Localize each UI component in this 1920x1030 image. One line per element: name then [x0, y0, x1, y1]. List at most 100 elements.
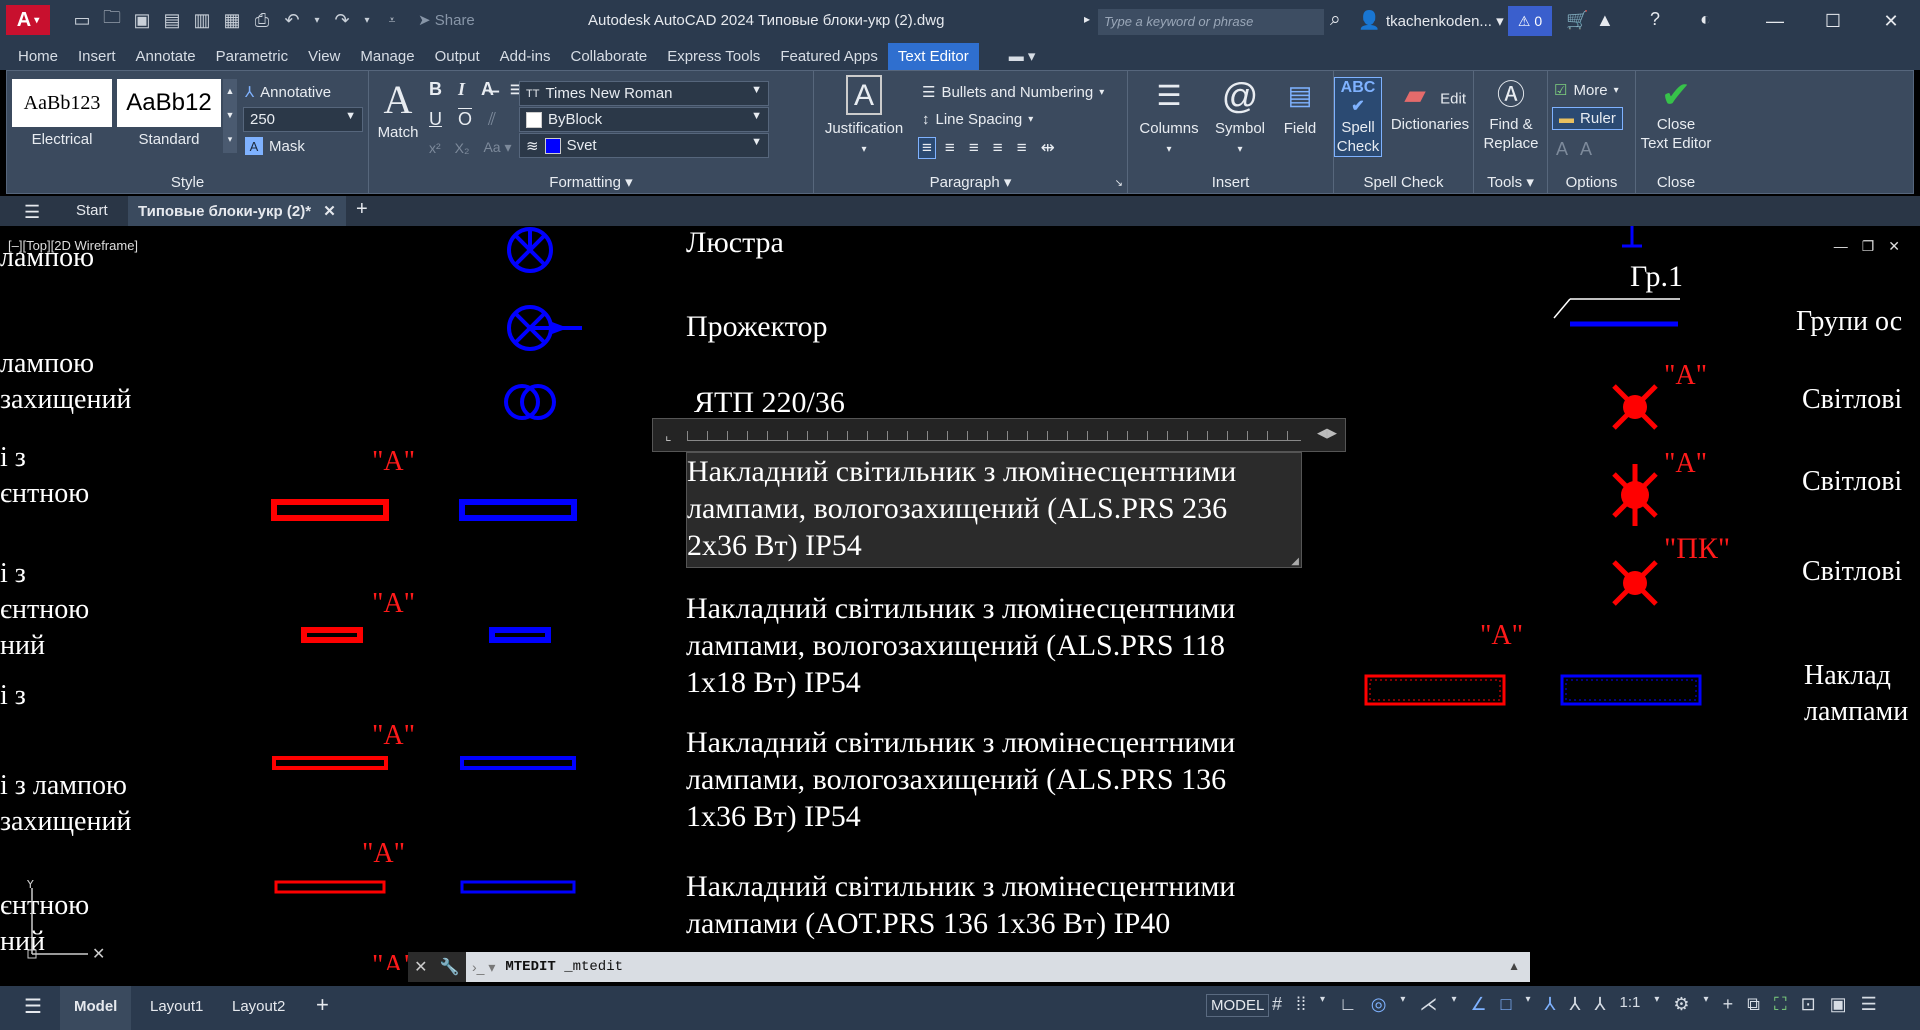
application-menu-button[interactable]: A ▾: [6, 5, 50, 35]
underline-button[interactable]: U: [429, 109, 442, 130]
model-tab[interactable]: Model: [60, 986, 132, 1030]
style-gallery-scroll[interactable]: ▲ ▼ ▾: [223, 79, 237, 153]
mtext-edit-box[interactable]: Накладний світильник з люмінесцентними л…: [686, 452, 1302, 568]
alerts-button[interactable]: ⚠ 0: [1508, 6, 1552, 36]
tab-featured-apps[interactable]: Featured Apps: [770, 43, 888, 70]
paragraph-settings-icon[interactable]: ⇹: [1036, 138, 1060, 158]
tab-express-tools[interactable]: Express Tools: [657, 43, 770, 70]
object-snap-icon[interactable]: □: [1501, 994, 1512, 1015]
command-line[interactable]: ✕ 🔧 ›_ ▾ MTEDIT _mtedit ▲: [408, 952, 1530, 982]
align-center-icon[interactable]: ≡: [940, 138, 960, 158]
mtext-line-3[interactable]: 2х36 Вт) IP54: [687, 527, 862, 564]
redo-text-icon[interactable]: A: [1580, 139, 1592, 160]
polar-icon[interactable]: ◎: [1371, 994, 1387, 1015]
tab-view[interactable]: View: [298, 43, 350, 70]
ribbon-display-toggle[interactable]: ▬ ▾: [999, 42, 1046, 70]
more-options-button[interactable]: ☑ More ▾: [1554, 81, 1619, 100]
justify-icon[interactable]: ≡: [988, 138, 1008, 158]
close-tab-icon[interactable]: ✕: [323, 203, 336, 220]
formatting-panel-label[interactable]: Formatting ▾: [369, 173, 813, 191]
search-icon[interactable]: ⌕: [1330, 9, 1341, 31]
snap-icon[interactable]: ⁞⁞: [1296, 994, 1306, 1015]
subscript-icon[interactable]: X₂: [455, 140, 470, 156]
close-command-line-icon[interactable]: ✕: [414, 957, 427, 977]
open-icon[interactable]: 🗀: [102, 7, 122, 30]
ruler-width-handle[interactable]: ◀▶: [1317, 425, 1337, 441]
drawing-canvas[interactable]: [–][Top][2D Wireframe] — ❐ ✕ лампою ламп…: [0, 226, 1920, 970]
close-icon[interactable]: ✕: [1862, 0, 1920, 42]
minimize-icon[interactable]: —: [1746, 0, 1804, 42]
command-prompt-icon[interactable]: ›_ ▾: [472, 959, 495, 976]
customize-qat-icon[interactable]: ⩡: [382, 10, 402, 30]
autodesk-app-store-icon[interactable]: ▲: [1596, 10, 1614, 31]
polar-dropdown-icon[interactable]: ▾: [1400, 994, 1405, 1015]
isodraft-dropdown-icon[interactable]: ▾: [1451, 994, 1456, 1015]
workspace-gear-icon[interactable]: ⚙: [1673, 994, 1689, 1015]
new-layout-icon[interactable]: +: [316, 992, 329, 1018]
share-button[interactable]: ➤ Share: [418, 11, 475, 29]
bullets-button[interactable]: ☰ Bullets and Numbering ▾: [922, 83, 1104, 102]
justification-button[interactable]: A Justification ▾: [822, 75, 906, 159]
new-icon[interactable]: ▭: [72, 10, 92, 30]
grid-icon[interactable]: #: [1272, 994, 1282, 1015]
close-text-editor-button[interactable]: ✔ Close Text Editor: [1636, 76, 1716, 153]
viewport-minimize-icon[interactable]: —: [1834, 238, 1848, 255]
scale-dropdown-icon[interactable]: ▾: [1654, 994, 1659, 1015]
tab-add-ins[interactable]: Add-ins: [490, 43, 561, 70]
undo-icon[interactable]: ↶: [282, 10, 302, 30]
ortho-icon[interactable]: ∟: [1339, 994, 1357, 1015]
align-left-icon[interactable]: ≡: [918, 137, 936, 159]
tab-text-editor[interactable]: Text Editor: [887, 43, 979, 70]
new-tab-icon[interactable]: +: [356, 198, 368, 221]
tab-insert[interactable]: Insert: [68, 43, 126, 70]
bold-button[interactable]: B: [429, 79, 442, 100]
open-from-web-icon[interactable]: ▥: [192, 10, 212, 30]
redo-icon[interactable]: ↷: [332, 10, 352, 30]
style-sample-electrical[interactable]: AaBb123: [12, 79, 112, 127]
snap-dropdown-icon[interactable]: ▾: [1320, 994, 1325, 1015]
annotation-monitor-icon[interactable]: +: [1723, 994, 1734, 1015]
field-button[interactable]: ▤ Field: [1274, 75, 1326, 138]
command-history-icon[interactable]: ▲: [1508, 959, 1520, 973]
overline-button[interactable]: O: [458, 109, 472, 130]
save-as-icon[interactable]: ▤: [162, 10, 182, 30]
user-account[interactable]: tkachenkoden... ▾: [1386, 12, 1504, 30]
style-sample-standard[interactable]: AaBb12: [117, 79, 221, 127]
undo-dropdown-icon[interactable]: ▾: [312, 10, 322, 30]
model-space-toggle[interactable]: MODEL: [1206, 994, 1270, 1017]
edit-dictionaries-button[interactable]: ▰ Edit Dictionaries: [1386, 77, 1474, 134]
tab-home[interactable]: Home: [8, 43, 68, 70]
start-tab[interactable]: Start: [76, 202, 108, 219]
tab-annotate[interactable]: Annotate: [126, 43, 206, 70]
mtext-line-1[interactable]: Накладний світильник з люмінесцентними: [687, 453, 1236, 490]
line-spacing-button[interactable]: ↕ Line Spacing ▾: [922, 111, 1033, 128]
search-expand-icon[interactable]: ▸: [1084, 12, 1090, 26]
text-editor-ruler[interactable]: ⌞ ◀▶: [652, 418, 1346, 452]
tab-output[interactable]: Output: [425, 43, 490, 70]
text-height-combo[interactable]: 250 ▼: [243, 107, 363, 132]
tools-panel-label[interactable]: Tools ▾: [1474, 173, 1547, 191]
superscript-icon[interactable]: x²: [429, 140, 441, 156]
connect-icon[interactable]: ◐: [1700, 9, 1711, 30]
annotation-visibility-icon[interactable]: ⅄: [1545, 994, 1556, 1015]
layouts-menu-icon[interactable]: ☰: [24, 994, 42, 1019]
help-icon[interactable]: ?: [1650, 9, 1660, 30]
quick-properties-icon[interactable]: ⛶: [1774, 994, 1787, 1015]
hardware-acceleration-icon[interactable]: ▣: [1830, 994, 1847, 1015]
isolate-objects-icon[interactable]: ⊡: [1801, 994, 1816, 1015]
italic-button[interactable]: I: [458, 79, 465, 100]
annotation-scale-icon[interactable]: ⅄: [1595, 994, 1606, 1015]
menu-icon[interactable]: ☰: [24, 202, 40, 223]
cart-icon[interactable]: 🛒: [1566, 10, 1588, 31]
auto-scale-icon[interactable]: ⅄: [1570, 994, 1581, 1015]
viewport-close-icon[interactable]: ✕: [1888, 238, 1900, 255]
distribute-icon[interactable]: ≡: [1012, 138, 1032, 158]
find-replace-button[interactable]: Ⓐ Find & Replace: [1478, 77, 1544, 153]
save-to-web-icon[interactable]: ▦: [222, 10, 242, 30]
layout1-tab[interactable]: Layout1: [150, 998, 203, 1015]
paragraph-dialog-launcher-icon[interactable]: ↘: [1115, 178, 1123, 189]
annotation-scale-value[interactable]: 1:1: [1620, 994, 1641, 1015]
object-snap-dropdown-icon[interactable]: ▾: [1525, 994, 1530, 1015]
tab-collaborate[interactable]: Collaborate: [560, 43, 657, 70]
match-button[interactable]: A Match: [375, 79, 421, 142]
